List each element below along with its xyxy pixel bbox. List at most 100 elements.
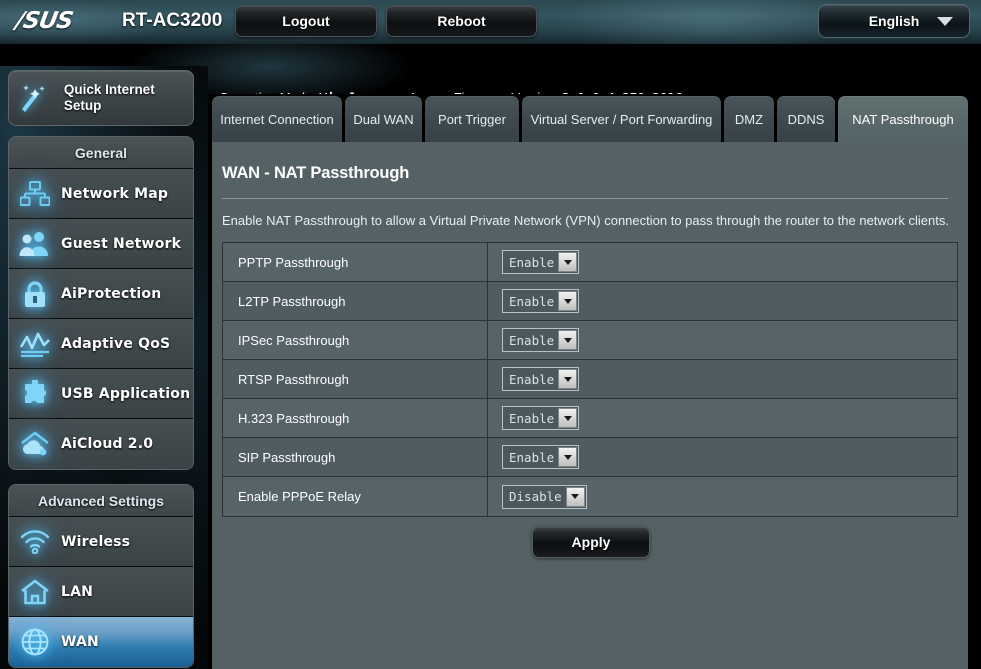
wifi-icon bbox=[9, 529, 61, 554]
tab-bar: Internet Connection Dual WAN Port Trigge… bbox=[212, 96, 968, 142]
sidebar-item-aicloud-label: AiCloud 2.0 bbox=[61, 436, 154, 452]
row-value-h323: Enable bbox=[488, 399, 957, 437]
sidebar-item-network-map[interactable]: Network Map bbox=[9, 169, 193, 219]
active-item-arrow-icon bbox=[193, 628, 194, 656]
globe-icon bbox=[9, 628, 61, 656]
top-banner: /SUS RT-AC3200 Logout Reboot English bbox=[0, 0, 981, 44]
language-selector-label: English bbox=[868, 13, 920, 29]
reboot-button[interactable]: Reboot bbox=[386, 5, 537, 37]
sidebar-item-wan-label: WAN bbox=[61, 634, 99, 650]
table-row: IPSec Passthrough Enable bbox=[223, 321, 957, 360]
chevron-down-icon[interactable] bbox=[565, 486, 585, 507]
lock-icon bbox=[9, 280, 61, 308]
rtsp-passthrough-select[interactable]: Enable bbox=[502, 367, 580, 391]
sidebar-item-aicloud[interactable]: AiCloud 2.0 bbox=[9, 419, 193, 469]
tab-internet-connection[interactable]: Internet Connection bbox=[212, 96, 342, 142]
h323-passthrough-select[interactable]: Enable bbox=[502, 406, 580, 430]
h323-passthrough-value: Enable bbox=[509, 410, 555, 426]
chevron-down-icon[interactable] bbox=[558, 447, 578, 467]
tab-dmz[interactable]: DMZ bbox=[724, 96, 774, 142]
apply-button[interactable]: Apply bbox=[532, 526, 650, 558]
quick-internet-setup-button[interactable]: Quick Internet Setup bbox=[8, 70, 194, 126]
sip-passthrough-select[interactable]: Enable bbox=[502, 445, 580, 469]
chevron-down-icon[interactable] bbox=[558, 408, 578, 428]
sidebar-item-wan[interactable]: WAN bbox=[9, 617, 193, 667]
sidebar-group-advanced: Advanced Settings Wireless LAN WAN bbox=[8, 484, 194, 668]
operation-mode-link[interactable]: Wireless router bbox=[319, 90, 432, 94]
row-label-sip: SIP Passthrough bbox=[223, 438, 488, 476]
table-row: SIP Passthrough Enable bbox=[223, 438, 957, 477]
firmware-version-link[interactable]: 3.0.0.4.378_2816 bbox=[562, 90, 682, 94]
sidebar-item-adaptive-qos[interactable]: Adaptive QoS bbox=[9, 319, 193, 369]
l2tp-passthrough-select[interactable]: Enable bbox=[502, 289, 580, 313]
table-row: RTSP Passthrough Enable bbox=[223, 360, 957, 399]
magic-wand-icon bbox=[9, 83, 56, 113]
sidebar-group-advanced-title: Advanced Settings bbox=[9, 485, 193, 517]
cloud-home-icon bbox=[9, 431, 61, 457]
pptp-passthrough-select[interactable]: Enable bbox=[502, 250, 580, 274]
row-value-pppoe-relay: Disable bbox=[488, 477, 957, 516]
network-map-icon bbox=[9, 180, 61, 207]
tab-dual-wan[interactable]: Dual WAN bbox=[345, 96, 422, 142]
pppoe-relay-value: Disable bbox=[509, 489, 562, 504]
sidebar-group-general-title: General bbox=[9, 137, 193, 169]
tab-nat-passthrough[interactable]: NAT Passthrough bbox=[838, 96, 968, 142]
sidebar-item-usb-application-label: USB Application bbox=[61, 385, 191, 402]
table-row: L2TP Passthrough Enable bbox=[223, 282, 957, 321]
tab-port-trigger[interactable]: Port Trigger bbox=[425, 96, 519, 142]
tab-ddns[interactable]: DDNS bbox=[777, 96, 835, 142]
sidebar-item-lan[interactable]: LAN bbox=[9, 567, 193, 617]
row-value-rtsp: Enable bbox=[488, 360, 957, 398]
row-value-l2tp: Enable bbox=[488, 282, 957, 320]
rtsp-passthrough-value: Enable bbox=[509, 371, 555, 387]
page-description: Enable NAT Passthrough to allow a Virtua… bbox=[222, 213, 949, 228]
chevron-down-icon[interactable] bbox=[558, 291, 578, 311]
sidebar: Quick Internet Setup General Network Map bbox=[0, 66, 208, 669]
sidebar-item-guest-network[interactable]: Guest Network bbox=[9, 219, 193, 269]
router-admin-page: /SUS RT-AC3200 Logout Reboot English Ope… bbox=[0, 0, 981, 669]
table-row: PPTP Passthrough Enable bbox=[223, 243, 957, 282]
ipsec-passthrough-select[interactable]: Enable bbox=[502, 328, 580, 352]
nat-passthrough-table: PPTP Passthrough Enable L2TP Passthrough… bbox=[222, 242, 958, 517]
sidebar-item-network-map-label: Network Map bbox=[61, 185, 169, 202]
chevron-down-icon[interactable] bbox=[558, 330, 578, 350]
sidebar-item-aiprotection-label: AiProtection bbox=[61, 285, 162, 302]
row-label-rtsp: RTSP Passthrough bbox=[223, 360, 488, 398]
row-label-pppoe-relay: Enable PPPoE Relay bbox=[223, 477, 488, 516]
row-label-pptp: PPTP Passthrough bbox=[223, 243, 488, 281]
sidebar-item-usb-application[interactable]: USB Application bbox=[9, 369, 193, 419]
asus-logo: /SUS bbox=[13, 8, 75, 34]
sidebar-item-wireless[interactable]: Wireless bbox=[9, 517, 193, 567]
firmware-version-label: Firmware Version: bbox=[454, 90, 559, 94]
chevron-down-icon[interactable] bbox=[558, 369, 578, 389]
operation-mode-label: Operation Mode: bbox=[219, 90, 316, 94]
sidebar-group-general: General Network Map Guest Network AiProt… bbox=[8, 136, 194, 470]
content-panel: WAN - NAT Passthrough Enable NAT Passthr… bbox=[212, 142, 968, 669]
ipsec-passthrough-value: Enable bbox=[509, 332, 555, 348]
row-label-h323: H.323 Passthrough bbox=[223, 399, 488, 437]
row-label-l2tp: L2TP Passthrough bbox=[223, 282, 488, 320]
sidebar-item-adaptive-qos-label: Adaptive QoS bbox=[61, 335, 171, 352]
logout-button[interactable]: Logout bbox=[235, 5, 377, 37]
chevron-down-icon[interactable] bbox=[558, 252, 578, 272]
sip-passthrough-value: Enable bbox=[509, 449, 555, 465]
table-row: H.323 Passthrough Enable bbox=[223, 399, 957, 438]
page-title: WAN - NAT Passthrough bbox=[222, 164, 410, 182]
router-model-name: RT-AC3200 bbox=[122, 10, 223, 31]
l2tp-passthrough-value: Enable bbox=[509, 293, 555, 309]
row-value-ipsec: Enable bbox=[488, 321, 957, 359]
sidebar-item-aiprotection[interactable]: AiProtection bbox=[9, 269, 193, 319]
quick-internet-setup-label: Quick Internet Setup bbox=[63, 82, 155, 113]
puzzle-piece-icon bbox=[9, 379, 61, 408]
sidebar-item-lan-label: LAN bbox=[61, 583, 94, 600]
pppoe-relay-select[interactable]: Disable bbox=[502, 484, 587, 509]
operation-mode-line: Operation Mode: Wireless router Firmware… bbox=[219, 90, 682, 94]
table-row: Enable PPPoE Relay Disable bbox=[223, 477, 957, 516]
chevron-down-icon bbox=[937, 17, 953, 26]
row-value-pptp: Enable bbox=[488, 243, 957, 281]
qos-chart-icon bbox=[9, 331, 61, 357]
language-selector[interactable]: English bbox=[818, 4, 970, 38]
tab-virtual-server[interactable]: Virtual Server / Port Forwarding bbox=[522, 96, 721, 142]
row-value-sip: Enable bbox=[488, 438, 957, 476]
house-icon bbox=[9, 579, 61, 605]
